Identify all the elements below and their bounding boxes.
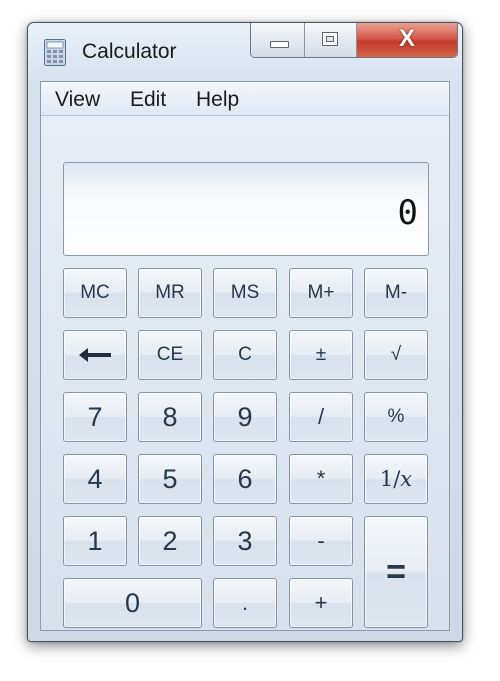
backspace-arrow-icon — [79, 348, 111, 362]
digit-1-button[interactable]: 1 — [63, 516, 127, 566]
caption-buttons: X — [250, 23, 458, 58]
m-plus-button[interactable]: M+ — [289, 268, 353, 318]
digit-2-button[interactable]: 2 — [138, 516, 202, 566]
mc-button[interactable]: MC — [63, 268, 127, 318]
menu-edit[interactable]: Edit — [130, 88, 166, 112]
percent-button[interactable]: % — [364, 392, 428, 442]
minus-button[interactable]: - — [289, 516, 353, 566]
minimize-icon — [270, 41, 289, 48]
result-display: 0 — [63, 162, 429, 256]
digit-4-button[interactable]: 4 — [63, 454, 127, 504]
calculator-window: Calculator X View Edit Help 0 MC MR MS M… — [27, 22, 463, 642]
reciprocal-variable: x — [400, 467, 413, 491]
minimize-button[interactable] — [251, 23, 305, 57]
menu-help[interactable]: Help — [196, 88, 239, 112]
decimal-button[interactable]: . — [213, 578, 277, 628]
close-icon: X — [398, 25, 415, 52]
c-button[interactable]: C — [213, 330, 277, 380]
digit-3-button[interactable]: 3 — [213, 516, 277, 566]
calculator-body: View Edit Help 0 MC MR MS M+ M- CE C ± √… — [40, 81, 450, 631]
digit-8-button[interactable]: 8 — [138, 392, 202, 442]
maximize-button[interactable] — [305, 23, 357, 57]
divide-button[interactable]: / — [289, 392, 353, 442]
reciprocal-prefix: 1/ — [379, 467, 401, 491]
backspace-button[interactable] — [63, 330, 127, 380]
plus-button[interactable]: + — [289, 578, 353, 628]
digit-0-button[interactable]: 0 — [63, 578, 202, 628]
ms-button[interactable]: MS — [213, 268, 277, 318]
plus-minus-button[interactable]: ± — [289, 330, 353, 380]
close-button[interactable]: X — [357, 23, 457, 57]
window-title: Calculator — [82, 40, 177, 63]
equals-button[interactable]: = — [364, 516, 428, 628]
menu-view[interactable]: View — [55, 88, 100, 112]
multiply-button[interactable]: * — [289, 454, 353, 504]
digit-7-button[interactable]: 7 — [63, 392, 127, 442]
sqrt-button[interactable]: √ — [364, 330, 428, 380]
digit-9-button[interactable]: 9 — [213, 392, 277, 442]
m-minus-button[interactable]: M- — [364, 268, 428, 318]
mr-button[interactable]: MR — [138, 268, 202, 318]
title-bar[interactable]: Calculator X — [28, 23, 462, 79]
maximize-icon — [322, 32, 338, 46]
display-value: 0 — [397, 193, 418, 233]
digit-6-button[interactable]: 6 — [213, 454, 277, 504]
reciprocal-button[interactable]: 1/x — [364, 454, 428, 504]
calculator-icon — [44, 39, 66, 66]
menu-bar: View Edit Help — [41, 82, 449, 116]
digit-5-button[interactable]: 5 — [138, 454, 202, 504]
ce-button[interactable]: CE — [138, 330, 202, 380]
